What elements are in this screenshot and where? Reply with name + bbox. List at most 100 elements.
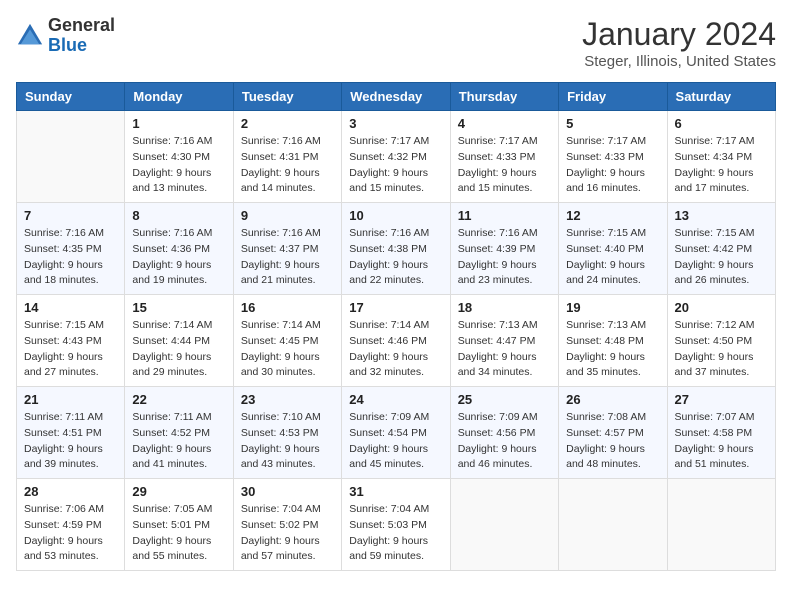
calendar-cell: 7 Sunrise: 7:16 AMSunset: 4:35 PMDaylight… <box>17 203 125 295</box>
weekday-header-monday: Monday <box>125 83 233 111</box>
weekday-header-saturday: Saturday <box>667 83 775 111</box>
day-info: Sunrise: 7:17 AMSunset: 4:34 PMDaylight:… <box>675 134 768 197</box>
day-info: Sunrise: 7:16 AMSunset: 4:37 PMDaylight:… <box>241 226 334 289</box>
day-number: 15 <box>132 300 225 315</box>
week-row-2: 7 Sunrise: 7:16 AMSunset: 4:35 PMDaylight… <box>17 203 776 295</box>
day-info: Sunrise: 7:14 AMSunset: 4:45 PMDaylight:… <box>241 318 334 381</box>
calendar-cell: 3Sunrise: 7:17 AMSunset: 4:32 PMDaylight… <box>342 111 450 203</box>
day-number: 4 <box>458 116 551 131</box>
day-info: Sunrise: 7:11 AMSunset: 4:52 PMDaylight:… <box>132 410 225 473</box>
day-info: Sunrise: 7:15 AMSunset: 4:43 PMDaylight:… <box>24 318 117 381</box>
day-info: Sunrise: 7:15 AMSunset: 4:40 PMDaylight:… <box>566 226 659 289</box>
day-number: 28 <box>24 484 117 499</box>
day-number: 13 <box>675 208 768 223</box>
calendar-cell: 29 Sunrise: 7:05 AMSunset: 5:01 PMDayligh… <box>125 479 233 571</box>
day-info: Sunrise: 7:11 AMSunset: 4:51 PMDaylight:… <box>24 410 117 473</box>
day-number: 6 <box>675 116 768 131</box>
day-number: 3 <box>349 116 442 131</box>
calendar-cell: 25Sunrise: 7:09 AMSunset: 4:56 PMDayligh… <box>450 387 558 479</box>
calendar-cell: 9 Sunrise: 7:16 AMSunset: 4:37 PMDaylight… <box>233 203 341 295</box>
day-info: Sunrise: 7:17 AMSunset: 4:33 PMDaylight:… <box>566 134 659 197</box>
weekday-header-wednesday: Wednesday <box>342 83 450 111</box>
day-info: Sunrise: 7:08 AMSunset: 4:57 PMDaylight:… <box>566 410 659 473</box>
day-number: 26 <box>566 392 659 407</box>
day-number: 27 <box>675 392 768 407</box>
week-row-3: 14Sunrise: 7:15 AMSunset: 4:43 PMDayligh… <box>17 295 776 387</box>
calendar-cell: 8 Sunrise: 7:16 AMSunset: 4:36 PMDaylight… <box>125 203 233 295</box>
weekday-header-row: SundayMondayTuesdayWednesdayThursdayFrid… <box>17 83 776 111</box>
day-number: 22 <box>132 392 225 407</box>
day-number: 2 <box>241 116 334 131</box>
weekday-header-friday: Friday <box>559 83 667 111</box>
day-number: 5 <box>566 116 659 131</box>
calendar-cell: 21 Sunrise: 7:11 AMSunset: 4:51 PMDayligh… <box>17 387 125 479</box>
logo: General Blue <box>16 16 115 56</box>
calendar-cell: 22 Sunrise: 7:11 AMSunset: 4:52 PMDayligh… <box>125 387 233 479</box>
week-row-5: 28 Sunrise: 7:06 AMSunset: 4:59 PMDayligh… <box>17 479 776 571</box>
day-info: Sunrise: 7:16 AMSunset: 4:39 PMDaylight:… <box>458 226 551 289</box>
calendar-cell: 2Sunrise: 7:16 AMSunset: 4:31 PMDaylight… <box>233 111 341 203</box>
calendar-cell: 17 Sunrise: 7:14 AMSunset: 4:46 PMDayligh… <box>342 295 450 387</box>
day-number: 11 <box>458 208 551 223</box>
calendar-subtitle: Steger, Illinois, United States <box>582 53 776 70</box>
day-info: Sunrise: 7:16 AMSunset: 4:30 PMDaylight:… <box>132 134 225 197</box>
day-number: 10 <box>349 208 442 223</box>
day-info: Sunrise: 7:06 AMSunset: 4:59 PMDaylight:… <box>24 502 117 565</box>
day-info: Sunrise: 7:16 AMSunset: 4:35 PMDaylight:… <box>24 226 117 289</box>
day-info: Sunrise: 7:14 AMSunset: 4:46 PMDaylight:… <box>349 318 442 381</box>
day-number: 23 <box>241 392 334 407</box>
day-number: 30 <box>241 484 334 499</box>
day-info: Sunrise: 7:10 AMSunset: 4:53 PMDaylight:… <box>241 410 334 473</box>
day-info: Sunrise: 7:09 AMSunset: 4:54 PMDaylight:… <box>349 410 442 473</box>
day-info: Sunrise: 7:13 AMSunset: 4:47 PMDaylight:… <box>458 318 551 381</box>
page-header: General Blue January 2024 Steger, Illino… <box>16 16 776 70</box>
calendar-table: SundayMondayTuesdayWednesdayThursdayFrid… <box>16 82 776 571</box>
day-number: 24 <box>349 392 442 407</box>
calendar-cell: 31 Sunrise: 7:04 AMSunset: 5:03 PMDayligh… <box>342 479 450 571</box>
weekday-header-thursday: Thursday <box>450 83 558 111</box>
day-number: 17 <box>349 300 442 315</box>
calendar-cell: 28 Sunrise: 7:06 AMSunset: 4:59 PMDayligh… <box>17 479 125 571</box>
calendar-cell: 24 Sunrise: 7:09 AMSunset: 4:54 PMDayligh… <box>342 387 450 479</box>
logo-blue: Blue <box>48 35 87 55</box>
calendar-cell: 10 Sunrise: 7:16 AMSunset: 4:38 PMDayligh… <box>342 203 450 295</box>
day-number: 31 <box>349 484 442 499</box>
day-number: 21 <box>24 392 117 407</box>
weekday-header-sunday: Sunday <box>17 83 125 111</box>
day-info: Sunrise: 7:05 AMSunset: 5:01 PMDaylight:… <box>132 502 225 565</box>
day-number: 7 <box>24 208 117 223</box>
calendar-cell <box>17 111 125 203</box>
calendar-cell: 13 Sunrise: 7:15 AMSunset: 4:42 PMDayligh… <box>667 203 775 295</box>
week-row-4: 21 Sunrise: 7:11 AMSunset: 4:51 PMDayligh… <box>17 387 776 479</box>
day-info: Sunrise: 7:15 AMSunset: 4:42 PMDaylight:… <box>675 226 768 289</box>
calendar-cell: 20Sunrise: 7:12 AMSunset: 4:50 PMDayligh… <box>667 295 775 387</box>
calendar-cell <box>559 479 667 571</box>
calendar-cell: 4Sunrise: 7:17 AMSunset: 4:33 PMDaylight… <box>450 111 558 203</box>
day-number: 8 <box>132 208 225 223</box>
calendar-cell: 15Sunrise: 7:14 AMSunset: 4:44 PMDayligh… <box>125 295 233 387</box>
day-number: 29 <box>132 484 225 499</box>
day-info: Sunrise: 7:16 AMSunset: 4:36 PMDaylight:… <box>132 226 225 289</box>
calendar-cell: 14Sunrise: 7:15 AMSunset: 4:43 PMDayligh… <box>17 295 125 387</box>
calendar-cell: 27 Sunrise: 7:07 AMSunset: 4:58 PMDayligh… <box>667 387 775 479</box>
title-block: January 2024 Steger, Illinois, United St… <box>582 16 776 70</box>
day-number: 16 <box>241 300 334 315</box>
day-number: 19 <box>566 300 659 315</box>
day-info: Sunrise: 7:04 AMSunset: 5:03 PMDaylight:… <box>349 502 442 565</box>
day-number: 1 <box>132 116 225 131</box>
calendar-cell: 18Sunrise: 7:13 AMSunset: 4:47 PMDayligh… <box>450 295 558 387</box>
calendar-cell: 30Sunrise: 7:04 AMSunset: 5:02 PMDayligh… <box>233 479 341 571</box>
calendar-cell: 26 Sunrise: 7:08 AMSunset: 4:57 PMDayligh… <box>559 387 667 479</box>
calendar-cell: 12Sunrise: 7:15 AMSunset: 4:40 PMDayligh… <box>559 203 667 295</box>
logo-general: General <box>48 15 115 35</box>
calendar-cell <box>450 479 558 571</box>
calendar-cell: 1 Sunrise: 7:16 AMSunset: 4:30 PMDaylight… <box>125 111 233 203</box>
calendar-cell: 6 Sunrise: 7:17 AMSunset: 4:34 PMDaylight… <box>667 111 775 203</box>
week-row-1: 1 Sunrise: 7:16 AMSunset: 4:30 PMDaylight… <box>17 111 776 203</box>
day-info: Sunrise: 7:16 AMSunset: 4:38 PMDaylight:… <box>349 226 442 289</box>
day-info: Sunrise: 7:07 AMSunset: 4:58 PMDaylight:… <box>675 410 768 473</box>
day-number: 9 <box>241 208 334 223</box>
day-info: Sunrise: 7:12 AMSunset: 4:50 PMDaylight:… <box>675 318 768 381</box>
logo-icon <box>16 22 44 50</box>
calendar-cell <box>667 479 775 571</box>
